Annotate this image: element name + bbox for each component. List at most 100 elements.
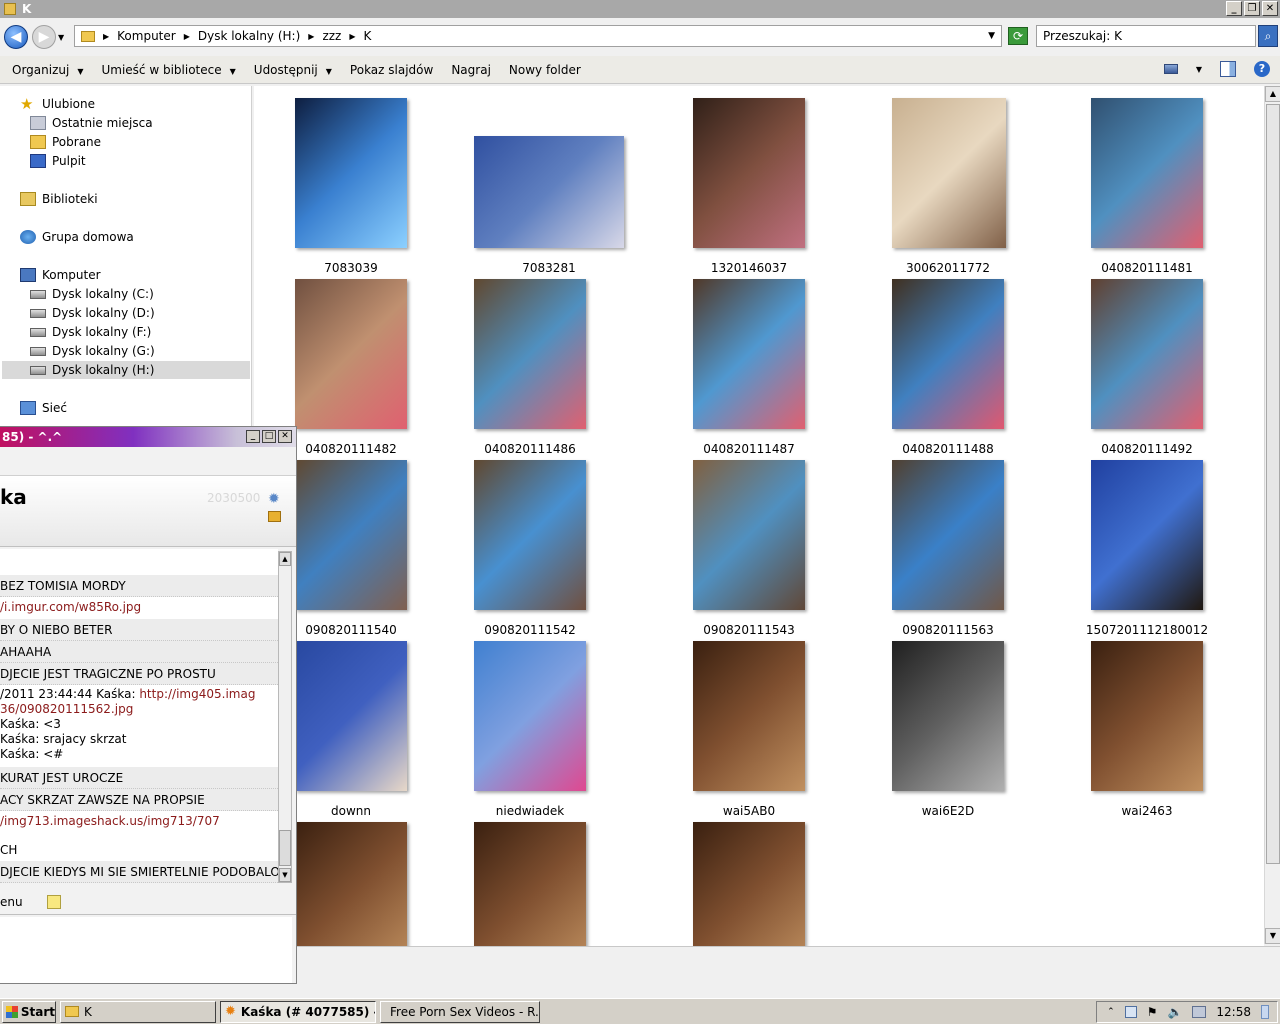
scroll-thumb[interactable] xyxy=(279,830,291,866)
view-options-icon[interactable] xyxy=(1163,64,1178,74)
chat-minimize-button[interactable]: _ xyxy=(246,430,260,443)
new-folder-button[interactable]: Nowy folder xyxy=(509,63,581,77)
lock-icon[interactable] xyxy=(268,511,281,522)
chevron-down-icon[interactable]: ▼ xyxy=(1196,65,1202,74)
file-thumbnail[interactable]: 7083281 xyxy=(474,98,654,278)
file-thumbnail[interactable]: wai6E2D xyxy=(892,641,1072,821)
chevron-icon[interactable]: ▶ xyxy=(308,32,314,41)
crumb-zzz[interactable]: zzz xyxy=(322,29,341,43)
nav-network[interactable]: Sieć xyxy=(20,399,67,417)
preview-pane-icon[interactable] xyxy=(1220,61,1236,77)
display-icon[interactable] xyxy=(1192,1006,1207,1018)
help-icon[interactable]: ? xyxy=(1254,61,1270,77)
show-hidden-icons[interactable]: ⌃ xyxy=(1107,1007,1115,1017)
scroll-up-icon[interactable]: ▲ xyxy=(1265,86,1280,102)
refresh-button[interactable]: ⟳ xyxy=(1008,27,1028,45)
file-thumbnail[interactable]: downn xyxy=(295,641,475,821)
chat-close-button[interactable]: ✕ xyxy=(278,430,292,443)
maximize-button[interactable]: ❐ xyxy=(1244,1,1260,16)
nav-drive-f[interactable]: Dysk lokalny (F:) xyxy=(30,323,151,341)
file-thumbnail[interactable]: 040820111482 xyxy=(295,279,475,459)
file-thumbnail[interactable] xyxy=(295,822,475,946)
nav-downloads[interactable]: Pobrane xyxy=(30,133,101,151)
chevron-icon[interactable]: ▶ xyxy=(349,32,355,41)
crumb-computer[interactable]: Komputer xyxy=(117,29,176,43)
nav-drive-h[interactable]: Dysk lokalny (H:) xyxy=(2,361,250,379)
history-dropdown-icon[interactable]: ▼ xyxy=(58,33,64,42)
file-thumbnail[interactable]: 090820111542 xyxy=(474,460,654,640)
search-icon[interactable]: ⌕ xyxy=(1258,25,1278,47)
chat-menu-button[interactable]: enu xyxy=(0,895,23,909)
nav-drive-d[interactable]: Dysk lokalny (D:) xyxy=(30,304,155,322)
address-dropdown-icon[interactable]: ▼ xyxy=(988,31,995,41)
start-button[interactable]: Start xyxy=(2,1000,56,1023)
file-thumbnail[interactable]: wai2463 xyxy=(1091,641,1264,821)
scroll-down-icon[interactable]: ▼ xyxy=(279,868,291,882)
minimize-button[interactable]: _ xyxy=(1226,1,1242,16)
task-browser[interactable]: Free Porn Sex Videos - R... xyxy=(380,1000,540,1023)
organize-button[interactable]: Organizuj ▼ xyxy=(12,63,83,77)
file-thumbnail[interactable]: 1507201112180012 xyxy=(1086,460,1264,640)
nav-computer[interactable]: Komputer xyxy=(20,266,101,284)
scroll-thumb[interactable] xyxy=(1266,104,1280,864)
share-button[interactable]: Udostępnij ▼ xyxy=(254,63,332,77)
forward-button[interactable]: ▶ xyxy=(32,25,56,49)
nav-drive-g[interactable]: Dysk lokalny (G:) xyxy=(30,342,155,360)
show-desktop-button[interactable] xyxy=(1261,1005,1269,1019)
nav-drive-c[interactable]: Dysk lokalny (C:) xyxy=(30,285,154,303)
nav-recent-places[interactable]: Ostatnie miejsca xyxy=(30,114,153,132)
scroll-down-icon[interactable]: ▼ xyxy=(1265,928,1280,944)
chat-score: 2030500 xyxy=(207,491,261,505)
file-thumbnail[interactable] xyxy=(693,822,873,946)
settings-gear-icon[interactable]: ✹ xyxy=(268,491,280,507)
chat-message-input[interactable] xyxy=(0,917,292,983)
file-thumbnail[interactable]: 1320146037 xyxy=(693,98,873,278)
task-explorer[interactable]: K xyxy=(60,1000,216,1023)
chat-message-link[interactable]: 36/090820111562.jpg xyxy=(0,701,278,717)
slideshow-button[interactable]: Pokaz slajdów xyxy=(350,63,433,77)
file-thumbnail[interactable]: 7083039 xyxy=(295,98,475,278)
nav-favorites[interactable]: ★ Ulubione xyxy=(20,95,95,113)
nav-homegroup[interactable]: Grupa domowa xyxy=(20,228,134,246)
network-icon xyxy=(20,401,36,415)
file-thumbnail[interactable]: 040820111486 xyxy=(474,279,654,459)
scroll-up-icon[interactable]: ▲ xyxy=(279,552,291,566)
network-tray-icon[interactable] xyxy=(1124,1006,1137,1018)
burn-button[interactable]: Nagraj xyxy=(451,63,491,77)
file-thumbnail[interactable]: 090820111540 xyxy=(295,460,475,640)
file-thumbnail[interactable]: 040820111487 xyxy=(693,279,873,459)
flag-icon[interactable]: ⚑ xyxy=(1147,1005,1158,1019)
vertical-scrollbar[interactable]: ▲ ▼ xyxy=(1264,86,1280,944)
chat-message-link[interactable]: http://img405.imag xyxy=(139,687,255,701)
include-in-library-button[interactable]: Umieść w bibliotece ▼ xyxy=(101,63,235,77)
crumb-k[interactable]: K xyxy=(364,29,372,43)
file-thumbnail[interactable]: niedwiadek xyxy=(474,641,654,821)
chat-message-link[interactable]: /i.imgur.com/w85Ro.jpg xyxy=(0,597,278,617)
task-browser-label: Free Porn Sex Videos - R... xyxy=(390,1004,540,1019)
file-thumbnail[interactable]: 040820111481 xyxy=(1091,98,1264,278)
volume-icon[interactable]: 🔈 xyxy=(1167,1005,1182,1019)
task-chat[interactable]: ✹ Kaśka (# 4077585) - ... xyxy=(220,1000,376,1023)
file-thumbnail[interactable]: wai5AB0 xyxy=(693,641,873,821)
file-thumbnail[interactable]: 30062011772 xyxy=(892,98,1072,278)
breadcrumb[interactable]: ▶ Komputer ▶ Dysk lokalny (H:) ▶ zzz ▶ K… xyxy=(74,25,1002,47)
crumb-drive[interactable]: Dysk lokalny (H:) xyxy=(198,29,300,43)
back-button[interactable]: ◀ xyxy=(4,25,28,49)
file-thumbnail[interactable]: 040820111488 xyxy=(892,279,1072,459)
note-icon[interactable] xyxy=(46,894,61,909)
chevron-icon[interactable]: ▶ xyxy=(103,32,109,41)
file-thumbnail[interactable]: 090820111543 xyxy=(693,460,873,640)
chat-message-link[interactable]: /img713.imageshack.us/img713/707 xyxy=(0,811,278,831)
file-thumbnail[interactable]: 090820111563 xyxy=(892,460,1072,640)
file-thumbnail[interactable] xyxy=(474,822,654,946)
chat-maximize-button[interactable]: □ xyxy=(262,430,276,443)
start-label: Start xyxy=(20,1004,55,1019)
nav-libraries[interactable]: Biblioteki xyxy=(20,190,98,208)
file-name: 30062011772 xyxy=(906,261,990,275)
nav-desktop[interactable]: Pulpit xyxy=(30,152,86,170)
close-button[interactable]: ✕ xyxy=(1262,1,1278,16)
chevron-icon[interactable]: ▶ xyxy=(184,32,190,41)
chat-scrollbar[interactable]: ▲ ▼ xyxy=(278,551,292,883)
search-input[interactable]: Przeszukaj: K xyxy=(1036,25,1256,47)
file-thumbnail[interactable]: 040820111492 xyxy=(1091,279,1264,459)
